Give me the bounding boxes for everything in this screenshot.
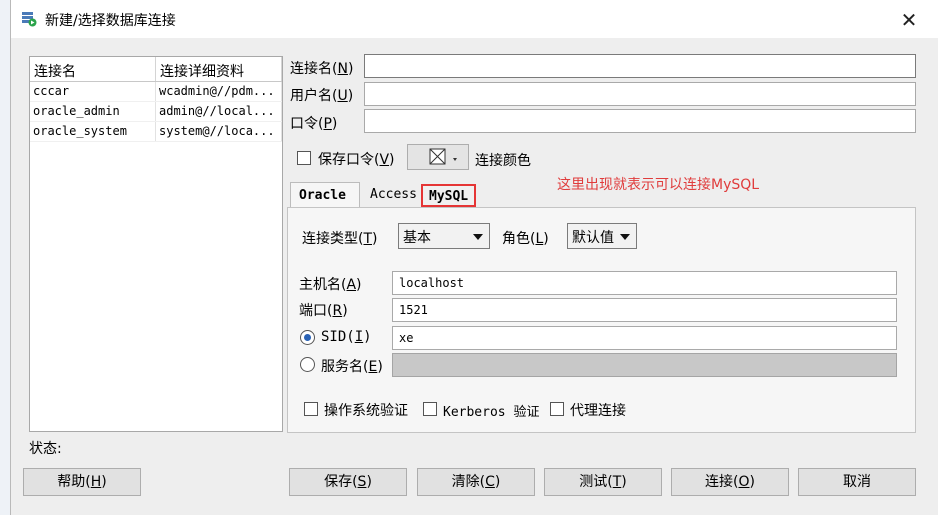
list-item[interactable]: oracle_admin admin@//local... xyxy=(30,102,282,122)
title-bar: 新建/选择数据库连接 ✕ xyxy=(11,0,938,38)
column-header-details[interactable]: 连接详细资料 xyxy=(156,57,282,81)
os-auth-label: 操作系统验证 xyxy=(324,403,408,419)
conn-type-select[interactable]: 基本 xyxy=(398,223,490,249)
save-password-checkbox[interactable] xyxy=(297,151,311,165)
list-item[interactable]: oracle_system system@//loca... xyxy=(30,122,282,142)
close-icon: ✕ xyxy=(900,8,918,32)
cancel-button[interactable]: 取消 xyxy=(798,468,916,496)
conn-name-input[interactable] xyxy=(364,54,916,78)
annotation-note: 这里出现就表示可以连接MySQL xyxy=(557,177,760,193)
tab-oracle[interactable]: Oracle xyxy=(290,182,360,208)
connection-color-button[interactable] xyxy=(407,144,469,170)
password-label: 口令(P) xyxy=(290,116,338,132)
service-name-radio[interactable] xyxy=(300,357,315,372)
host-label: 主机名(A) xyxy=(299,277,362,293)
role-select[interactable]: 默认值 xyxy=(567,223,637,249)
proxy-checkbox[interactable] xyxy=(550,402,564,416)
save-password-label: 保存口令(V) xyxy=(318,152,395,168)
tab-mysql[interactable]: MySQL xyxy=(421,184,476,207)
user-input[interactable] xyxy=(364,82,916,106)
connect-button[interactable]: 连接(O) xyxy=(671,468,789,496)
role-label: 角色(L) xyxy=(502,231,549,247)
os-auth-checkbox[interactable] xyxy=(304,402,318,416)
connection-list[interactable]: 连接名 连接详细资料 cccar wcadmin@//pdm... oracle… xyxy=(29,56,283,432)
list-header: 连接名 连接详细资料 xyxy=(30,57,282,82)
dialog-body: 连接名 连接详细资料 cccar wcadmin@//pdm... oracle… xyxy=(11,38,938,515)
sid-radio[interactable] xyxy=(300,330,315,345)
column-header-name[interactable]: 连接名 xyxy=(30,57,156,81)
connection-details: admin@//local... xyxy=(156,102,282,121)
role-value: 默认值 xyxy=(572,230,614,246)
save-button[interactable]: 保存(S) xyxy=(289,468,407,496)
color-picker-icon xyxy=(429,148,457,165)
proxy-label: 代理连接 xyxy=(570,403,626,419)
close-button[interactable]: ✕ xyxy=(891,6,927,34)
sid-label: SID(I) xyxy=(321,329,372,345)
conn-type-value: 基本 xyxy=(403,230,431,246)
clear-button[interactable]: 清除(C) xyxy=(417,468,535,496)
connection-name: oracle_admin xyxy=(30,102,156,121)
chevron-down-icon xyxy=(473,234,483,240)
port-label: 端口(R) xyxy=(299,303,348,319)
status-label: 状态: xyxy=(29,441,62,457)
kerberos-checkbox[interactable] xyxy=(423,402,437,416)
test-button[interactable]: 测试(T) xyxy=(544,468,662,496)
connection-details: system@//loca... xyxy=(156,122,282,141)
help-button[interactable]: 帮助(H) xyxy=(23,468,141,496)
tab-access[interactable]: Access xyxy=(362,182,422,208)
conn-name-label: 连接名(N) xyxy=(290,61,354,77)
port-input[interactable]: 1521 xyxy=(392,298,897,322)
window-title: 新建/选择数据库连接 xyxy=(45,13,176,29)
conn-type-label: 连接类型(T) xyxy=(302,231,378,247)
connection-name: cccar xyxy=(30,82,156,101)
user-label: 用户名(U) xyxy=(290,88,354,104)
service-name-input xyxy=(392,353,897,377)
new-connection-dialog: 新建/选择数据库连接 ✕ 连接名 连接详细资料 cccar wcadmin@//… xyxy=(10,0,938,515)
kerberos-label: Kerberos 验证 xyxy=(443,405,540,420)
host-input[interactable]: localhost xyxy=(392,271,897,295)
chevron-down-icon xyxy=(620,234,630,240)
connection-details: wcadmin@//pdm... xyxy=(156,82,282,101)
password-input[interactable] xyxy=(364,109,916,133)
service-name-label: 服务名(E) xyxy=(321,359,383,375)
connection-color-label: 连接颜色 xyxy=(475,153,531,169)
database-connection-icon xyxy=(22,12,37,27)
sid-input[interactable]: xe xyxy=(392,326,897,350)
connection-name: oracle_system xyxy=(30,122,156,141)
list-item[interactable]: cccar wcadmin@//pdm... xyxy=(30,82,282,102)
